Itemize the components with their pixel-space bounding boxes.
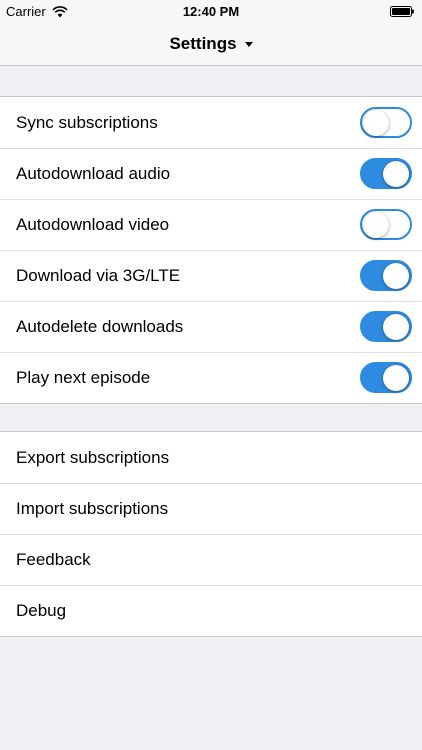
action-settings-group: Export subscriptions Import subscriptions…: [0, 431, 422, 637]
navigation-bar: Settings: [0, 22, 422, 66]
action-label: Debug: [16, 600, 67, 620]
setting-row-autodownload-video: Autodownload video: [0, 199, 422, 250]
setting-label: Play next episode: [16, 367, 151, 387]
feedback-row[interactable]: Feedback: [0, 534, 422, 585]
autodownload-video-toggle[interactable]: [360, 209, 412, 240]
setting-row-play-next-episode: Play next episode: [0, 352, 422, 403]
autodelete-downloads-toggle[interactable]: [360, 311, 412, 342]
caret-down-icon: [244, 41, 253, 47]
battery-icon: [390, 6, 414, 17]
toggle-settings-group: Sync subscriptions Autodownload audio Auto…: [0, 96, 422, 404]
action-label: Feedback: [16, 549, 91, 569]
toggle-knob: [363, 212, 389, 238]
play-next-episode-toggle[interactable]: [360, 362, 412, 393]
setting-row-sync-subscriptions: Sync subscriptions: [0, 97, 422, 148]
setting-label: Download via 3G/LTE: [16, 265, 181, 285]
setting-label: Autodelete downloads: [16, 316, 184, 336]
status-bar: Carrier 12:40 PM: [0, 0, 422, 22]
settings-title-dropdown[interactable]: Settings: [169, 33, 253, 54]
status-time: 12:40 PM: [182, 4, 240, 19]
action-label: Import subscriptions: [16, 498, 169, 518]
toggle-knob: [363, 110, 389, 136]
download-via-3g-lte-toggle[interactable]: [360, 260, 412, 291]
toggle-knob: [383, 161, 409, 187]
toggle-knob: [383, 365, 409, 391]
setting-row-autodelete-downloads: Autodelete downloads: [0, 301, 422, 352]
setting-label: Sync subscriptions: [16, 112, 158, 132]
setting-label: Autodownload video: [16, 214, 170, 234]
setting-label: Autodownload audio: [16, 163, 171, 183]
toggle-knob: [383, 263, 409, 289]
setting-row-download-via-3g-lte: Download via 3G/LTE: [0, 250, 422, 301]
autodownload-audio-toggle[interactable]: [360, 158, 412, 189]
debug-row[interactable]: Debug: [0, 585, 422, 636]
toggle-knob: [383, 314, 409, 340]
export-subscriptions-row[interactable]: Export subscriptions: [0, 432, 422, 483]
import-subscriptions-row[interactable]: Import subscriptions: [0, 483, 422, 534]
setting-row-autodownload-audio: Autodownload audio: [0, 148, 422, 199]
action-label: Export subscriptions: [16, 447, 170, 467]
sync-subscriptions-toggle[interactable]: [360, 107, 412, 138]
page-title: Settings: [169, 33, 237, 53]
